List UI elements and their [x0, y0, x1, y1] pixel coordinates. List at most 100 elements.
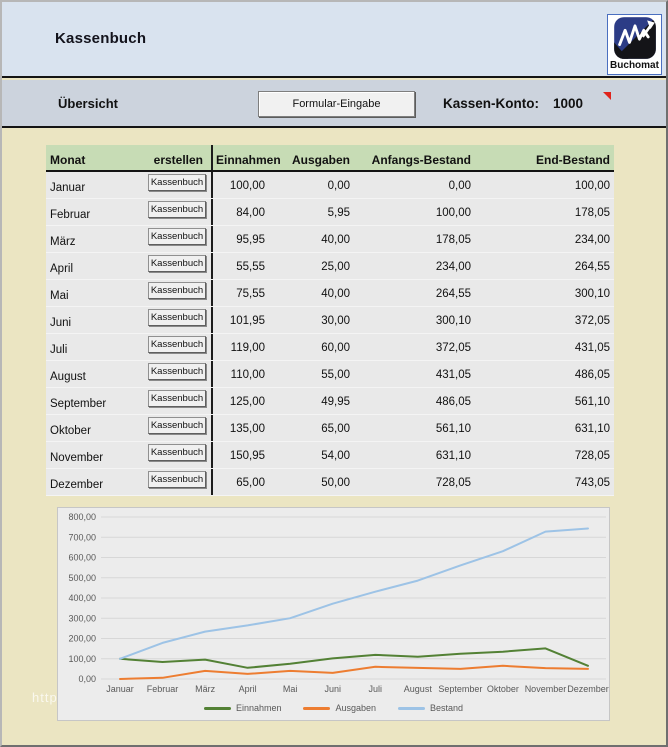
- cell-end-bestand: 100,00: [574, 180, 610, 192]
- toolbar: Übersicht Formular-Eingabe Kassen-Konto:…: [2, 80, 666, 128]
- table-row: Mai Kassenbuch 75,55 40,00 264,55 300,10: [46, 280, 614, 307]
- x-tick-label: Februar: [147, 684, 179, 694]
- cell-anfangs-bestand: 264,55: [435, 288, 471, 300]
- x-tick-label: März: [195, 684, 215, 694]
- cell-monat: Mai: [50, 290, 69, 302]
- kassen-konto-value[interactable]: 1000: [553, 96, 583, 111]
- chart-plot-area: 0,00 100,00 200,00 300,00 400,00 500,00 600,00…: [68, 512, 608, 694]
- cell-monat: Dezember: [50, 479, 104, 491]
- y-tick-label: 500,00: [68, 573, 96, 583]
- y-tick-label: 0,00: [78, 674, 96, 684]
- x-tick-label: August: [404, 684, 433, 694]
- cell-end-bestand: 234,00: [574, 234, 610, 246]
- kassenbuch-row-button[interactable]: Kassenbuch: [148, 201, 206, 218]
- series-line-ausgaben: [119, 664, 589, 680]
- y-tick-label: 800,00: [68, 512, 96, 522]
- cell-monat: Oktober: [50, 425, 91, 437]
- cell-erstellen: Kassenbuch: [147, 226, 211, 252]
- kassenbuch-row-button[interactable]: Kassenbuch: [148, 363, 206, 380]
- legend-item-einnahmen: Einnahmen: [203, 703, 282, 713]
- y-tick-label: 100,00: [68, 654, 96, 664]
- legend-label: Einnahmen: [235, 703, 282, 713]
- table-row: Juni Kassenbuch 101,95 30,00 300,10 372,…: [46, 307, 614, 334]
- cell-monat: März: [50, 236, 76, 248]
- cell-erstellen: Kassenbuch: [147, 280, 211, 306]
- cell-einnahmen: 125,00: [211, 388, 268, 414]
- cell-end-bestand: 264,55: [574, 261, 610, 273]
- legend-line-icon: [203, 706, 231, 710]
- kassenbuch-row-button[interactable]: Kassenbuch: [148, 174, 206, 191]
- legend-label: Ausgaben: [335, 703, 377, 713]
- cell-einnahmen: 100,00: [211, 172, 268, 198]
- table-body: Januar Kassenbuch 100,00 0,00 0,00 100,0…: [46, 172, 614, 496]
- kassenbuch-row-button[interactable]: Kassenbuch: [148, 228, 206, 245]
- cell-ausgaben: 30,00: [321, 315, 350, 327]
- kassenbuch-row-button[interactable]: Kassenbuch: [148, 255, 206, 272]
- kassenbuch-row-button[interactable]: Kassenbuch: [148, 444, 206, 461]
- cell-einnahmen: 119,00: [211, 334, 268, 360]
- cell-ausgaben: 40,00: [321, 288, 350, 300]
- balance-chart: 0,00 100,00 200,00 300,00 400,00 500,00 600,00…: [57, 507, 610, 721]
- cell-monat: August: [50, 371, 86, 383]
- cell-anfangs-bestand: 431,05: [435, 369, 471, 381]
- cell-einnahmen: 110,00: [211, 361, 268, 387]
- header-band: Kassenbuch Buchomat: [2, 2, 666, 78]
- header-monat: Monat: [50, 153, 86, 167]
- y-tick-label: 400,00: [68, 593, 96, 603]
- table-row: August Kassenbuch 110,00 55,00 431,05 48…: [46, 361, 614, 388]
- formular-eingabe-button[interactable]: Formular-Eingabe: [258, 91, 415, 117]
- legend-line-icon: [398, 706, 426, 710]
- header-anfangs-bestand: Anfangs-Bestand: [371, 153, 471, 167]
- cell-ausgaben: 65,00: [321, 423, 350, 435]
- header-ausgaben: Ausgaben: [291, 153, 350, 167]
- kassenbuch-row-button[interactable]: Kassenbuch: [148, 390, 206, 407]
- kassenbuch-window: Kassenbuch Buchomat Übersicht Formular-E…: [0, 0, 668, 747]
- cell-ausgaben: 25,00: [321, 261, 350, 273]
- cell-end-bestand: 743,05: [574, 477, 610, 489]
- kassenbuch-row-button[interactable]: Kassenbuch: [148, 309, 206, 326]
- kassenbuch-row-button[interactable]: Kassenbuch: [148, 282, 206, 299]
- cell-anfangs-bestand: 100,00: [435, 207, 471, 219]
- cell-anfangs-bestand: 561,10: [435, 423, 471, 435]
- cell-end-bestand: 631,10: [574, 423, 610, 435]
- cell-monat: Juli: [50, 344, 68, 356]
- cell-end-bestand: 728,05: [574, 450, 610, 462]
- cell-end-bestand: 431,05: [574, 342, 610, 354]
- cell-monat: Januar: [50, 182, 86, 194]
- cell-einnahmen: 101,95: [211, 307, 268, 333]
- cell-monat: April: [50, 263, 74, 275]
- table-row: Juli Kassenbuch 119,00 60,00 372,05 431,…: [46, 334, 614, 361]
- legend-line-icon: [303, 706, 331, 710]
- cell-erstellen: Kassenbuch: [147, 415, 211, 441]
- cell-erstellen: Kassenbuch: [147, 469, 211, 495]
- kassenbuch-row-button[interactable]: Kassenbuch: [148, 336, 206, 353]
- cell-einnahmen: 55,55: [211, 253, 268, 279]
- cell-anfangs-bestand: 728,05: [435, 477, 471, 489]
- table-header-row: Monat erstellen Einnahmen Ausgaben Anfan…: [46, 145, 614, 172]
- cell-anfangs-bestand: 0,00: [448, 180, 471, 192]
- table-row: September Kassenbuch 125,00 49,95 486,05…: [46, 388, 614, 415]
- table-row: Dezember Kassenbuch 65,00 50,00 728,05 7…: [46, 469, 614, 496]
- cell-erstellen: Kassenbuch: [147, 388, 211, 414]
- header-end-bestand: End-Bestand: [535, 153, 610, 167]
- cell-anfangs-bestand: 234,00: [435, 261, 471, 273]
- x-tick-label: September: [438, 684, 482, 694]
- header-erstellen: erstellen: [153, 153, 203, 167]
- kassenbuch-row-button[interactable]: Kassenbuch: [148, 417, 206, 434]
- series-line-einnahmen: [119, 647, 589, 669]
- cell-ausgaben: 0,00: [327, 180, 350, 192]
- cell-erstellen: Kassenbuch: [147, 442, 211, 468]
- table-row: Januar Kassenbuch 100,00 0,00 0,00 100,0…: [46, 172, 614, 199]
- section-label-uebersicht: Übersicht: [58, 96, 118, 111]
- cell-end-bestand: 486,05: [574, 369, 610, 381]
- kassenbuch-row-button[interactable]: Kassenbuch: [148, 471, 206, 488]
- x-tick-label: April: [239, 684, 257, 694]
- logo-text: Buchomat: [610, 60, 659, 71]
- cell-monat: Februar: [50, 209, 91, 221]
- legend-item-bestand: Bestand: [398, 703, 463, 713]
- cell-end-bestand: 561,10: [574, 396, 610, 408]
- kassenbuch-table: Monat erstellen Einnahmen Ausgaben Anfan…: [46, 145, 614, 496]
- table-row: April Kassenbuch 55,55 25,00 234,00 264,…: [46, 253, 614, 280]
- stock-chart-logo-icon: [613, 15, 657, 60]
- y-tick-label: 200,00: [68, 634, 96, 644]
